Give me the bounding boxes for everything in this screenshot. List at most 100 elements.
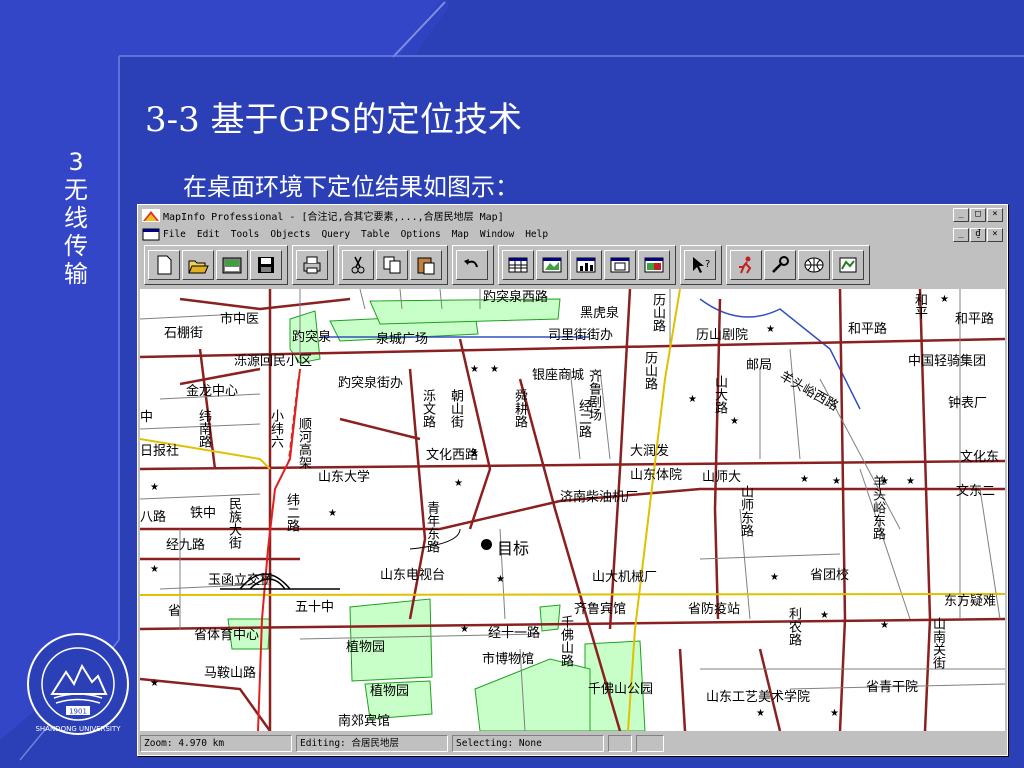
poi-star-icon: ★ (832, 476, 841, 487)
svg-text:SHANDONG UNIVERSITY: SHANDONG UNIVERSITY (35, 725, 121, 733)
new-mapper-icon[interactable] (536, 250, 568, 280)
target-marker-icon[interactable] (481, 539, 492, 550)
cut-icon[interactable] (342, 250, 374, 280)
map-label: 舜耕路 (512, 389, 527, 428)
map-label: 植物园 (346, 640, 386, 655)
doc-restore-button[interactable]: ₫ (970, 228, 986, 242)
map-label: 山东体院 (630, 468, 683, 483)
poi-star-icon: ★ (460, 624, 469, 635)
map-label: 利农路 (786, 607, 801, 646)
main-toolbar: ? (144, 245, 874, 285)
save-icon[interactable] (250, 250, 282, 280)
new-layout-icon[interactable] (604, 250, 636, 280)
poi-star-icon: ★ (150, 564, 159, 575)
editing-status[interactable]: Editing: 合居民地层 (296, 735, 448, 752)
run-tool-icon[interactable] (730, 250, 762, 280)
menu-options[interactable]: Options (401, 229, 441, 240)
map-window-icon[interactable] (832, 250, 864, 280)
menu-file[interactable]: File (163, 229, 186, 240)
map-label: 省青干院 (866, 680, 919, 695)
map-label: 千佛山公园 (588, 682, 654, 697)
poi-star-icon: ★ (756, 708, 765, 719)
map-label: 石棚街 (164, 326, 204, 341)
vertical-section-title: 3无线传输 (64, 148, 88, 288)
map-label: 司里街街办 (548, 328, 614, 343)
menu-objects[interactable]: Objects (270, 229, 310, 240)
menu-table[interactable]: Table (361, 229, 390, 240)
map-label: 历山剧院 (696, 328, 749, 343)
map-label: 大润发 (630, 444, 670, 459)
map-label: 玉函立交桥 (208, 573, 274, 588)
mapinfo-app-icon (142, 209, 160, 222)
map-label: 千佛山路 (558, 615, 573, 667)
menu-edit[interactable]: Edit (197, 229, 220, 240)
doc-minimize-button[interactable]: _ (953, 228, 969, 242)
shandong-university-logo: 1901 SHANDONG UNIVERSITY (27, 633, 129, 735)
new-icon[interactable] (148, 250, 180, 280)
poi-star-icon: ★ (766, 324, 775, 335)
slide-title: 3-3 基于GPS的定位技术 (145, 100, 522, 140)
map-label: 山师大 (702, 470, 742, 485)
poi-star-icon: ★ (800, 474, 809, 485)
poi-star-icon: ★ (770, 572, 779, 583)
slide-subtitle: 在桌面环境下定位结果如图示： (183, 173, 519, 201)
map-label: 顺河高架 (296, 417, 311, 469)
map-label: 东方疑难 (944, 594, 997, 609)
new-browser-icon[interactable] (502, 250, 534, 280)
map-label: 铁中 (190, 506, 217, 521)
map-label: 山大路 (712, 375, 727, 414)
world-icon[interactable] (798, 250, 830, 280)
tool-manager-icon[interactable] (764, 250, 796, 280)
new-grapher-icon[interactable] (570, 250, 602, 280)
zoom-status[interactable]: Zoom: 4.970 km (140, 735, 292, 752)
map-label: 山东电视台 (380, 568, 446, 583)
toolbar-group-windows (498, 245, 676, 285)
map-label: 纬二路 (284, 493, 299, 532)
redistricter-icon[interactable] (638, 250, 670, 280)
menu-map[interactable]: Map (452, 229, 469, 240)
menu-window[interactable]: Window (480, 229, 514, 240)
poi-star-icon: ★ (880, 476, 889, 487)
map-label: 南郊宾馆 (338, 714, 391, 729)
poi-star-icon: ★ (496, 574, 505, 585)
document-icon[interactable] (142, 228, 160, 241)
map-label: 银座商城 (532, 368, 585, 383)
open-workspace-icon[interactable] (216, 250, 248, 280)
poi-star-icon: ★ (730, 416, 739, 427)
map-label: 市中医 (220, 312, 260, 327)
map-label: 和平路 (955, 312, 995, 327)
print-icon[interactable] (296, 250, 328, 280)
maximize-button[interactable]: □ (970, 208, 986, 222)
map-label: 纬南路 (196, 409, 211, 448)
status-empty-cell (608, 735, 632, 752)
paste-icon[interactable] (410, 250, 442, 280)
copy-icon[interactable] (376, 250, 408, 280)
svg-text:1901: 1901 (69, 708, 87, 716)
window-titlebar[interactable]: MapInfo Professional - [合注记,合其它要素,...,合居… (140, 207, 1005, 224)
poi-star-icon: ★ (940, 294, 949, 305)
map-label: 省团校 (810, 568, 850, 583)
menu-help[interactable]: Help (525, 229, 548, 240)
doc-close-button[interactable]: × (987, 228, 1003, 242)
minimize-button[interactable]: _ (953, 208, 969, 222)
mapinfo-window[interactable]: MapInfo Professional - [合注记,合其它要素,...,合居… (137, 204, 1008, 756)
map-label: 齐鲁宾馆 (574, 602, 627, 617)
help-pointer-icon[interactable]: ? (684, 250, 716, 280)
map-label: 小纬六 (268, 409, 283, 448)
poi-star-icon: ★ (470, 448, 479, 459)
map-label: 五十中 (295, 600, 335, 615)
close-button[interactable]: × (987, 208, 1003, 222)
open-icon[interactable] (182, 250, 214, 280)
map-label: 朝山街 (448, 389, 463, 428)
map-label: 省体育中心 (194, 628, 260, 643)
menu-tools[interactable]: Tools (231, 229, 260, 240)
map-label: 中 (140, 410, 154, 425)
selecting-status[interactable]: Selecting: None (452, 735, 604, 752)
poi-star-icon: ★ (328, 508, 337, 519)
poi-star-icon: ★ (880, 620, 889, 631)
map-label: 济南柴油机厂 (560, 490, 639, 505)
undo-icon[interactable] (456, 250, 488, 280)
map-view[interactable]: 趵突泉西路 黑虎泉 市中医 石棚街 趵突泉 泉城广场 司里街街办 历山剧院 和平… (140, 289, 1005, 731)
map-label: 文化东 (960, 450, 1000, 465)
menu-query[interactable]: Query (321, 229, 350, 240)
